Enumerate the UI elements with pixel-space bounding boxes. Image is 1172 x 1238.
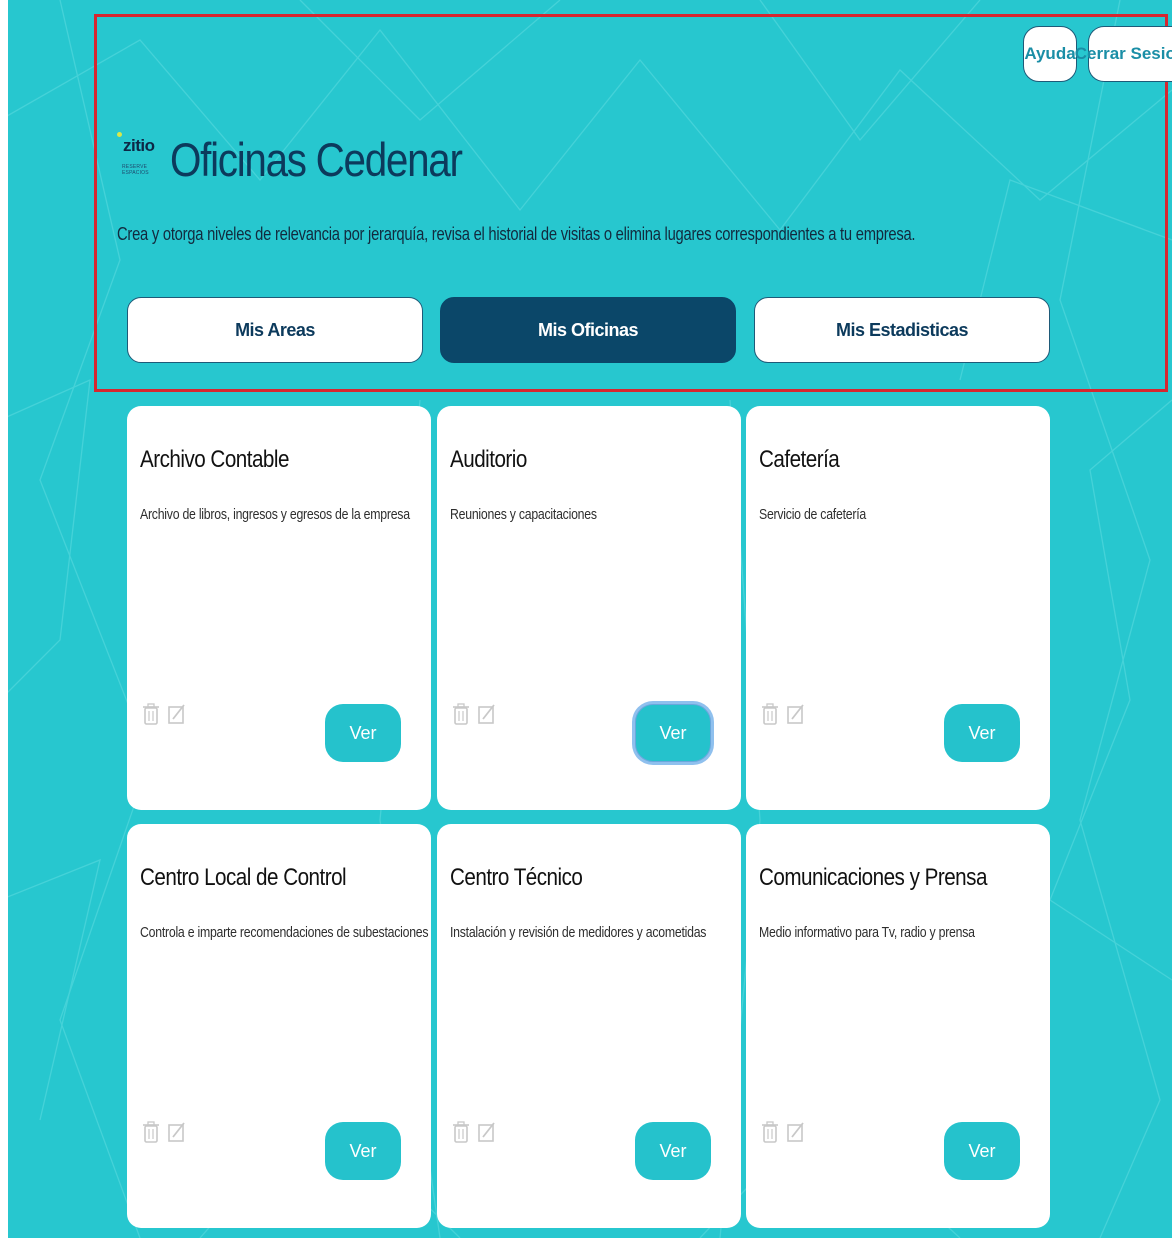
trash-icon[interactable] (760, 702, 780, 726)
edit-icon[interactable] (167, 1120, 187, 1144)
zitio-logo: zitio RESERVE ESPACIOS (117, 130, 167, 176)
office-card: Centro Local de Control Controla e impar… (127, 824, 431, 1228)
view-office-button[interactable]: Ver (325, 1122, 401, 1180)
edit-icon[interactable] (167, 702, 187, 726)
office-name: Archivo Contable (140, 446, 289, 473)
trash-icon[interactable] (760, 1120, 780, 1144)
office-name: Centro Local de Control (140, 864, 347, 891)
view-office-button[interactable]: Ver (325, 704, 401, 762)
tab-mis-areas[interactable]: Mis Areas (127, 297, 423, 363)
help-button[interactable]: Ayuda (1023, 26, 1077, 82)
office-description: Archivo de libros, ingresos y egresos de… (140, 506, 410, 523)
office-card: Comunicaciones y Prensa Medio informativ… (746, 824, 1050, 1228)
office-card: Archivo Contable Archivo de libros, ingr… (127, 406, 431, 810)
edit-icon[interactable] (786, 1120, 806, 1144)
office-name: Comunicaciones y Prensa (759, 864, 987, 891)
trash-icon[interactable] (141, 702, 161, 726)
office-card: Centro Técnico Instalación y revisión de… (437, 824, 741, 1228)
office-name: Auditorio (450, 446, 527, 473)
trash-icon[interactable] (141, 1120, 161, 1144)
office-description: Controla e imparte recomendaciones de su… (140, 924, 429, 941)
view-office-button[interactable]: Ver (635, 704, 711, 762)
left-edge-strip (0, 0, 8, 1238)
office-name: Cafetería (759, 446, 840, 473)
trash-icon[interactable] (451, 1120, 471, 1144)
tab-mis-estadisticas[interactable]: Mis Estadisticas (754, 297, 1050, 363)
view-office-button[interactable]: Ver (944, 704, 1020, 762)
office-description: Reuniones y capacitaciones (450, 506, 597, 523)
view-office-button[interactable]: Ver (635, 1122, 711, 1180)
page-title: Oficinas Cedenar (170, 133, 463, 186)
view-office-button[interactable]: Ver (944, 1122, 1020, 1180)
office-description: Servicio de cafetería (759, 506, 866, 523)
logo-dot-icon (117, 132, 122, 137)
edit-icon[interactable] (477, 1120, 497, 1144)
office-card: Auditorio Reuniones y capacitaciones Ver (437, 406, 741, 810)
logo-brand: zitio (123, 136, 155, 155)
office-description: Medio informativo para Tv, radio y prens… (759, 924, 975, 941)
page-subtitle: Crea y otorga niveles de relevancia por … (117, 224, 916, 244)
office-card: Cafetería Servicio de cafetería Ver (746, 406, 1050, 810)
office-name: Centro Técnico (450, 864, 583, 891)
tab-mis-oficinas[interactable]: Mis Oficinas (440, 297, 736, 363)
edit-icon[interactable] (786, 702, 806, 726)
edit-icon[interactable] (477, 702, 497, 726)
office-description: Instalación y revisión de medidores y ac… (450, 924, 707, 941)
logo-tagline: RESERVE ESPACIOS (122, 164, 149, 176)
trash-icon[interactable] (451, 702, 471, 726)
logout-button[interactable]: Cerrar Sesion (1075, 26, 1172, 82)
